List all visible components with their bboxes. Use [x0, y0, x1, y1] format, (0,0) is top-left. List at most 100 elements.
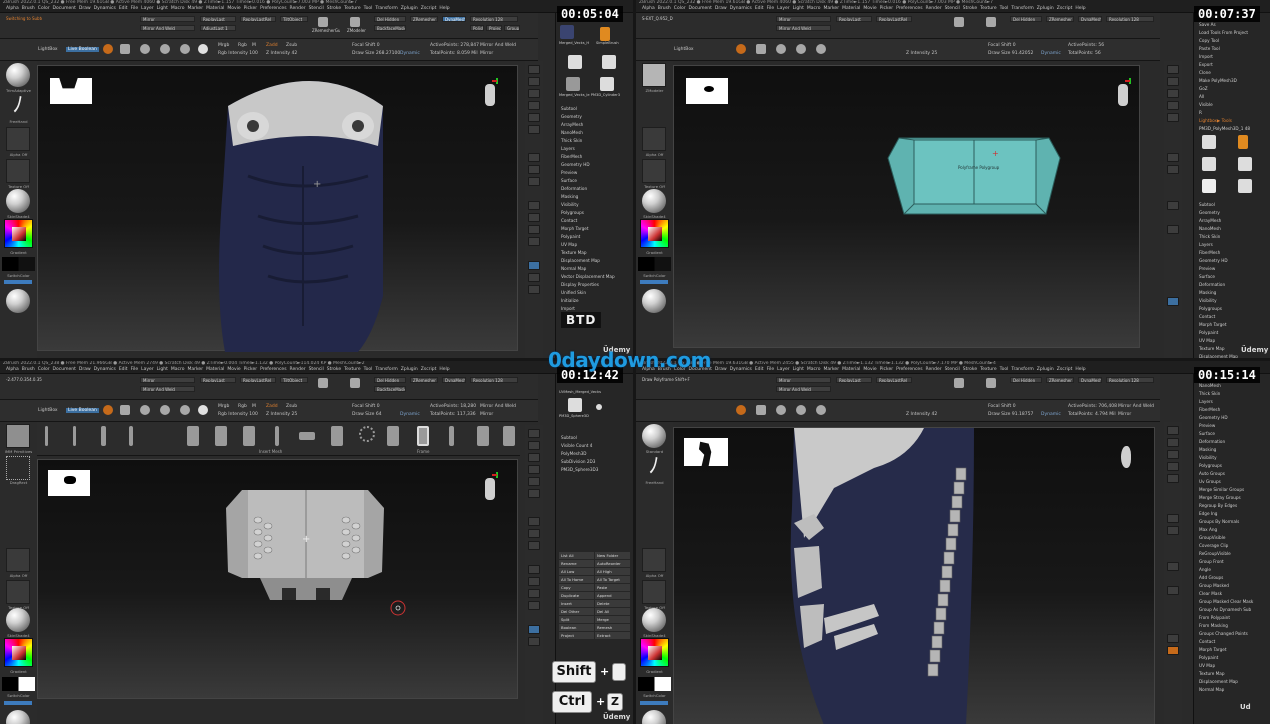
palette-menu-item[interactable]: UV Map	[556, 241, 633, 249]
menu-item[interactable]: Preferences	[896, 6, 922, 11]
texture-icon[interactable]	[642, 159, 666, 183]
aahalf-button[interactable]	[528, 125, 540, 134]
imm-brush-thumb[interactable]	[359, 426, 375, 442]
menu-list[interactable]: Alpha Brush Color Document Draw Dynamics Edit F…	[639, 367, 1270, 373]
menu-item[interactable]: Brush	[22, 6, 35, 11]
menu-item[interactable]: Light	[157, 6, 168, 11]
subtool-action-button[interactable]: Copy	[559, 584, 594, 591]
draw-size-slider[interactable]: Draw Size 268.27100	[352, 51, 400, 56]
menu-item[interactable]: Stroke	[963, 367, 977, 372]
palette-menu-item[interactable]: NanoMesh	[1194, 225, 1270, 233]
menu-item[interactable]: Layer	[777, 367, 790, 372]
menu-item[interactable]: Help	[439, 6, 449, 11]
focal-shift-slider[interactable]: Focal Shift 0	[988, 404, 1016, 409]
mirror-button[interactable]: Mirror	[776, 16, 831, 22]
menu-item[interactable]: Draw	[79, 367, 91, 372]
imm-brush-thumb[interactable]	[331, 426, 343, 446]
tool-thumb[interactable]	[560, 25, 574, 39]
palette-menu-item[interactable]: Thick Skin	[1194, 390, 1270, 398]
menu-item[interactable]: Edit	[119, 367, 128, 372]
palette-menu-item[interactable]: Masking	[1194, 446, 1270, 454]
palette-menu-item[interactable]: Max Ang	[1194, 526, 1270, 534]
local-button[interactable]	[528, 177, 540, 186]
palette-menu-item[interactable]: ArrayMesh	[556, 121, 633, 129]
zmodeler-icon[interactable]	[350, 17, 360, 27]
palette-menu-item[interactable]: Subtool	[1194, 201, 1270, 209]
zoom-button[interactable]	[1167, 101, 1179, 110]
menu-item[interactable]: Material	[206, 6, 224, 11]
palette-menu-item[interactable]: Display Properties	[556, 281, 633, 289]
palette-menu-item[interactable]: Displacement Map	[556, 257, 633, 265]
subtool-action-button[interactable]: List All	[559, 552, 594, 559]
scale-icon[interactable]	[160, 44, 170, 54]
palette-menu-item[interactable]: PolyMesh3D	[556, 450, 633, 458]
palette-menu-item[interactable]: FiberMesh	[1194, 249, 1270, 257]
mirror-toggle[interactable]: Mirror	[480, 51, 493, 56]
viewport-canvas[interactable]: + Polyframe Polygroup	[673, 65, 1140, 348]
palette-menu-item[interactable]: R	[1194, 109, 1270, 117]
palette-menu-item[interactable]: Morph Target	[1194, 646, 1270, 654]
imm-brush-thumb[interactable]	[503, 426, 515, 446]
menu-item[interactable]: Layer	[777, 6, 790, 11]
menu-item[interactable]: Marker	[824, 367, 840, 372]
menu-item[interactable]: Marker	[188, 367, 204, 372]
resolution-slider[interactable]: Resolution 128	[1106, 16, 1154, 22]
del-hidden-button[interactable]: Del Hidden	[1010, 377, 1042, 383]
stroke-icon[interactable]	[6, 456, 30, 480]
frame-button[interactable]	[528, 201, 540, 210]
zoom3d-button[interactable]	[1167, 225, 1179, 234]
menu-item[interactable]: Render	[290, 367, 306, 372]
menu-item[interactable]: Macro	[171, 367, 185, 372]
palette-menu-item[interactable]: Thick Skin	[1194, 233, 1270, 241]
menu-item[interactable]: Layer	[141, 367, 154, 372]
menu-item[interactable]: Movie	[227, 367, 240, 372]
palette-menu-item[interactable]: Group Front	[1194, 558, 1270, 566]
solo-button[interactable]	[528, 285, 540, 294]
dynamic-toggle[interactable]: Dynamic	[1041, 412, 1061, 417]
menu-item[interactable]: Render	[926, 6, 942, 11]
palette-menu-item[interactable]: Geometry HD	[556, 161, 633, 169]
menu-item[interactable]: Zplugin	[401, 367, 418, 372]
tool-thumb[interactable]	[1238, 157, 1252, 171]
alpha-icon[interactable]	[642, 548, 666, 572]
draw-size-slider[interactable]: Draw Size 64	[352, 412, 382, 417]
material-icon[interactable]	[642, 608, 666, 632]
mirror-weld-toggle[interactable]: Mirror And Weld	[480, 43, 516, 48]
scroll-button[interactable]	[1167, 450, 1179, 459]
bpr-button[interactable]	[1167, 426, 1179, 435]
dynamic-toggle[interactable]: Dynamic	[400, 51, 420, 56]
palette-menu-item[interactable]: Angle	[1194, 566, 1270, 574]
menu-item[interactable]: Zplugin	[401, 6, 418, 11]
palette-menu-item[interactable]: Initialize	[556, 297, 633, 305]
mirror-weld-toggle[interactable]: Mirror And Weld	[480, 404, 516, 409]
menu-item[interactable]: Movie	[863, 367, 876, 372]
color-swatches[interactable]	[638, 677, 671, 691]
menu-item[interactable]: Layer	[141, 6, 154, 11]
resolution-slider[interactable]: Resolution 128	[470, 377, 518, 383]
subtool-action-button[interactable]: Merge	[595, 616, 630, 623]
palette-menu-item[interactable]: ReGroupVisible	[1194, 550, 1270, 558]
menu-item[interactable]: Stencil	[945, 367, 960, 372]
scroll-button[interactable]	[1167, 89, 1179, 98]
menu-item[interactable]: Stroke	[327, 367, 341, 372]
material-icon[interactable]	[6, 189, 30, 213]
resolution-slider[interactable]: Resolution 128	[1106, 377, 1154, 383]
imm-brush-thumb[interactable]	[129, 426, 133, 446]
menu-item[interactable]: Stencil	[309, 367, 324, 372]
subtool-action-button[interactable]: Append	[595, 592, 630, 599]
menu-item[interactable]: Material	[842, 367, 860, 372]
menu-item[interactable]: Movie	[227, 6, 240, 11]
palette-menu-item[interactable]: Group Masked	[1194, 582, 1270, 590]
line-fill-button[interactable]	[1167, 297, 1179, 306]
menu-item[interactable]: Tool	[1000, 367, 1009, 372]
tool-thumb[interactable]	[600, 27, 610, 41]
menu-item[interactable]: Dynamics	[94, 367, 116, 372]
draw-size-slider[interactable]: Draw Size 91.42052	[988, 51, 1033, 56]
palette-menu-item[interactable]: Displacement Map	[1194, 678, 1270, 686]
subtool-action-button[interactable]: Extract	[595, 632, 630, 639]
palette-menu-item[interactable]: Texture Map	[556, 249, 633, 257]
m-toggle[interactable]: M	[252, 404, 256, 409]
palette-menu-item[interactable]: Deformation	[556, 185, 633, 193]
menu-item[interactable]: Stencil	[945, 6, 960, 11]
menu-item[interactable]: Movie	[863, 6, 876, 11]
